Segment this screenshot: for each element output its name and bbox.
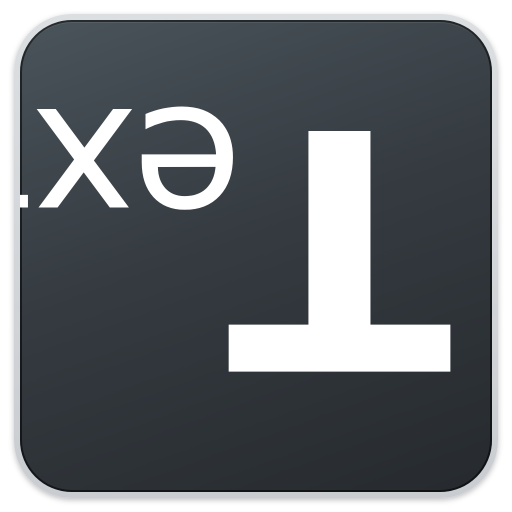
text-app-icon[interactable]: Text [20, 20, 492, 492]
icon-label: Text [20, 53, 452, 437]
text-icon: Text [20, 20, 492, 492]
icon-canvas: Text [0, 0, 512, 512]
icon-label-rest: ext [20, 66, 243, 275]
icon-label-first-letter: T [228, 53, 452, 437]
